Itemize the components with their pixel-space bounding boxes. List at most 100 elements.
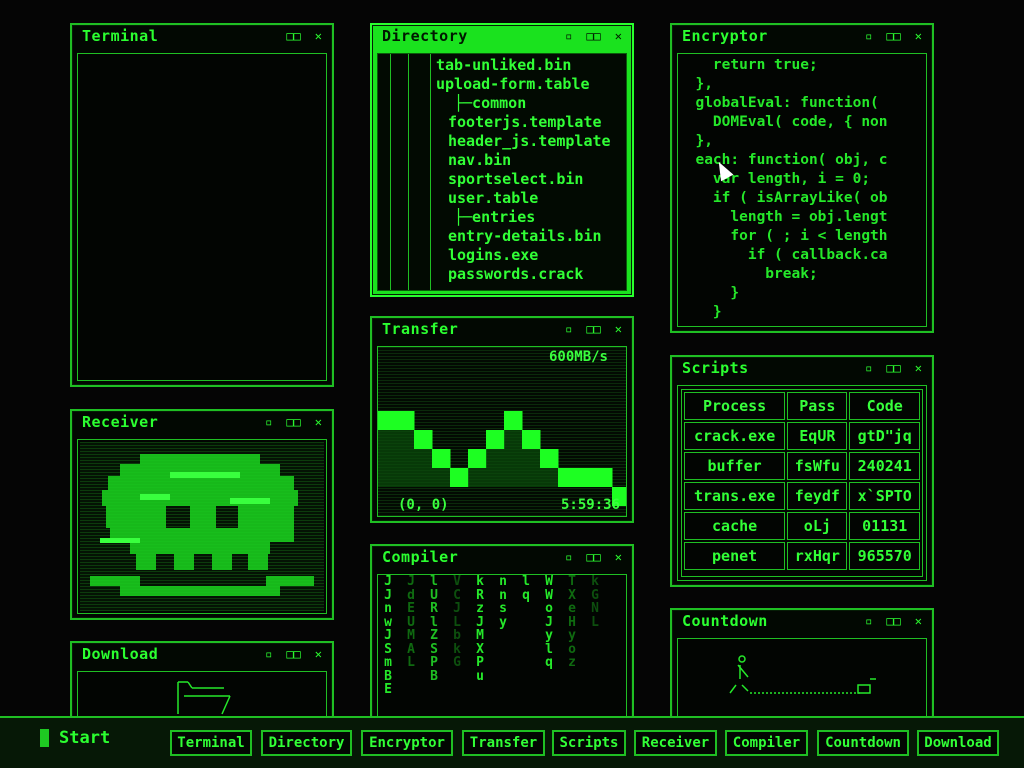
minimize-icon[interactable]: ▫ [565, 29, 572, 43]
transfer-bar-step [396, 411, 415, 430]
download-titlebar[interactable]: Download ▫ □□ ✕ [72, 643, 332, 665]
taskbar-button-scripts[interactable]: Scripts [552, 730, 626, 756]
maximize-icon[interactable]: □□ [586, 322, 600, 336]
taskbar-button-transfer[interactable]: Transfer [462, 730, 545, 756]
folder-icon [177, 681, 231, 715]
transfer-bar-step [594, 468, 613, 487]
skull-image [90, 454, 314, 596]
process-table: Process Pass Code crack.exe EqUR gtD"jq bu… [682, 390, 922, 572]
file-item[interactable]: tab-unliked.bin [378, 56, 626, 75]
taskbar-button-terminal[interactable]: Terminal [170, 730, 252, 756]
minimize-icon[interactable]: ▫ [565, 550, 572, 564]
matrix-column: WWoJylq [545, 574, 553, 670]
directory-titlebar[interactable]: Directory ▫ □□ ✕ [372, 25, 632, 47]
maximize-icon[interactable]: □□ [286, 29, 300, 43]
folder-item[interactable]: ├─common [378, 94, 626, 113]
minimize-icon[interactable]: ▫ [865, 29, 872, 43]
file-item[interactable]: passwords.crack [378, 265, 626, 284]
process-cell: crack.exe [684, 422, 786, 450]
taskbar-button-receiver[interactable]: Receiver [634, 730, 717, 756]
window-title: Countdown [682, 612, 768, 630]
taskbar-button-download[interactable]: Download [917, 730, 999, 756]
start-label: Start [59, 728, 111, 748]
minimize-icon[interactable]: ▫ [865, 614, 872, 628]
minimize-icon[interactable]: ▫ [565, 322, 572, 336]
code-line: DOMEval( code, { non [678, 114, 888, 130]
file-item[interactable]: nav.bin [378, 151, 626, 170]
code-cell: 01131 [849, 512, 920, 540]
close-icon[interactable]: ✕ [315, 415, 322, 429]
code-line: } [678, 285, 740, 301]
transfer-bar-step [378, 411, 397, 430]
matrix-column: JJnwJSmBE [384, 574, 392, 697]
encryptor-body: return true; }, globalEval: function( DO… [677, 53, 927, 327]
file-item[interactable]: user.table [378, 189, 626, 208]
file-item[interactable]: entry-details.bin [378, 227, 626, 246]
terminal-body[interactable] [77, 53, 327, 381]
scripts-window[interactable]: Scripts ▫ □□ ✕ Process Pass Code crack.e… [670, 355, 934, 587]
terminal-window[interactable]: Terminal □□ ✕ [70, 23, 334, 387]
close-icon[interactable]: ✕ [915, 361, 922, 375]
compiler-window[interactable]: Compiler ▫ □□ ✕ JJnwJSmBE JdEUMAL lURlZSPB… [370, 544, 634, 734]
table-row[interactable]: penet rxHqr 965570 [684, 542, 920, 570]
transfer-bar-step [432, 449, 451, 468]
file-item[interactable]: sportselect.bin [378, 170, 626, 189]
folder-item[interactable]: ├─entries [378, 208, 626, 227]
close-icon[interactable]: ✕ [615, 29, 622, 43]
maximize-icon[interactable]: □□ [586, 550, 600, 564]
transfer-titlebar[interactable]: Transfer ▫ □□ ✕ [372, 318, 632, 340]
code-line: return true; [678, 57, 818, 73]
transfer-bar-step [486, 430, 505, 449]
window-title: Directory [382, 27, 468, 45]
code-line: }, [678, 133, 713, 149]
transfer-window[interactable]: Transfer ▫ □□ ✕ 600MB/s (0, 0) 5:59:36 [370, 316, 634, 523]
taskbar-button-compiler[interactable]: Compiler [725, 730, 808, 756]
directory-window[interactable]: Directory ▫ □□ ✕ tab-unliked.bin upload-… [370, 23, 634, 297]
minimize-icon[interactable]: ▫ [865, 361, 872, 375]
code-cell: 965570 [849, 542, 920, 570]
maximize-icon[interactable]: □□ [286, 415, 300, 429]
taskbar-button-countdown[interactable]: Countdown [817, 730, 909, 756]
minimize-icon[interactable]: ▫ [265, 647, 272, 661]
transfer-bar-step [468, 449, 487, 468]
receiver-window[interactable]: Receiver ▫ □□ ✕ [70, 409, 334, 620]
minimize-icon[interactable]: ▫ [265, 415, 272, 429]
close-icon[interactable]: ✕ [915, 29, 922, 43]
taskbar-button-directory[interactable]: Directory [261, 730, 352, 756]
transfer-bar-step [414, 430, 433, 449]
transfer-bar-step [540, 449, 559, 468]
maximize-icon[interactable]: □□ [286, 647, 300, 661]
transfer-bar-step [522, 430, 541, 449]
maximize-icon[interactable]: □□ [886, 614, 900, 628]
table-row[interactable]: crack.exe EqUR gtD"jq [684, 422, 920, 450]
scripts-titlebar[interactable]: Scripts ▫ □□ ✕ [672, 357, 932, 379]
countdown-titlebar[interactable]: Countdown ▫ □□ ✕ [672, 610, 932, 632]
encryptor-titlebar[interactable]: Encryptor ▫ □□ ✕ [672, 25, 932, 47]
terminal-titlebar[interactable]: Terminal □□ ✕ [72, 25, 332, 47]
close-icon[interactable]: ✕ [915, 614, 922, 628]
table-row[interactable]: buffer fsWfu 240241 [684, 452, 920, 480]
window-title: Receiver [82, 413, 159, 431]
file-item[interactable]: footerjs.template [378, 113, 626, 132]
maximize-icon[interactable]: □□ [886, 361, 900, 375]
close-icon[interactable]: ✕ [615, 322, 622, 336]
receiver-titlebar[interactable]: Receiver ▫ □□ ✕ [72, 411, 332, 433]
start-button[interactable]: Start [40, 728, 110, 748]
file-item[interactable]: upload-form.table [378, 75, 626, 94]
file-tree: tab-unliked.bin upload-form.table ├─comm… [378, 56, 626, 284]
transfer-bar-fill [468, 468, 486, 487]
file-item[interactable]: logins.exe [378, 246, 626, 265]
table-row[interactable]: cache oLj 01131 [684, 512, 920, 540]
maximize-icon[interactable]: □□ [886, 29, 900, 43]
encryptor-window[interactable]: Encryptor ▫ □□ ✕ return true; }, globalE… [670, 23, 934, 333]
maximize-icon[interactable]: □□ [586, 29, 600, 43]
close-icon[interactable]: ✕ [315, 647, 322, 661]
compiler-titlebar[interactable]: Compiler ▫ □□ ✕ [372, 546, 632, 568]
close-icon[interactable]: ✕ [315, 29, 322, 43]
window-title: Compiler [382, 548, 459, 566]
process-cell: trans.exe [684, 482, 786, 510]
close-icon[interactable]: ✕ [615, 550, 622, 564]
taskbar-button-encryptor[interactable]: Encryptor [361, 730, 453, 756]
table-row[interactable]: trans.exe feydf x`SPTO [684, 482, 920, 510]
file-item[interactable]: header_js.template [378, 132, 626, 151]
